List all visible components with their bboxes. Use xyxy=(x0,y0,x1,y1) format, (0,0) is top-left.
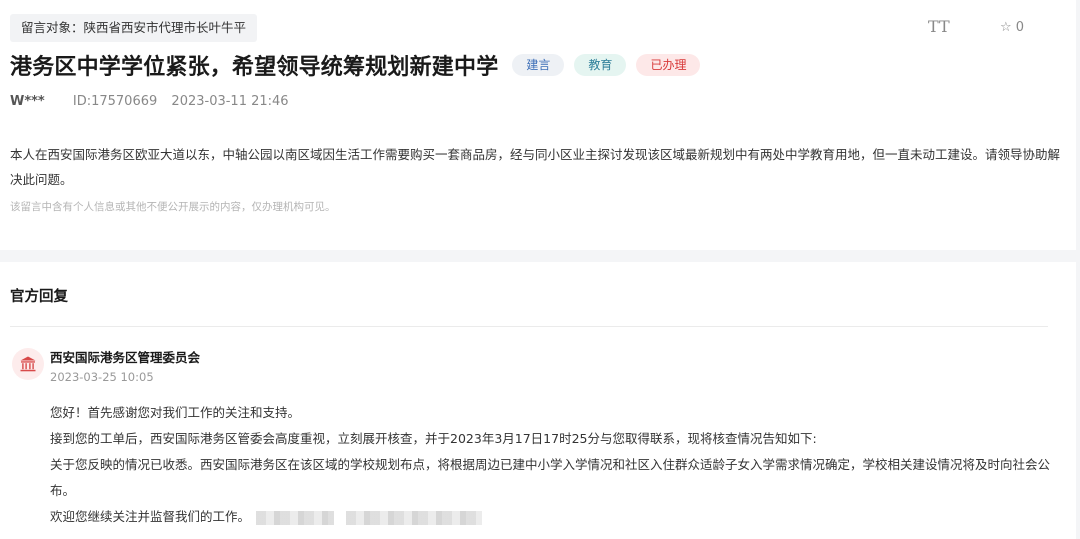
author-name: W*** xyxy=(10,94,45,109)
reply-date: 2023-03-25 10:05 xyxy=(50,370,154,384)
reply-heading: 官方回复 xyxy=(10,289,68,305)
reply-line-4: 欢迎您继续关注并监督我们的工作。 xyxy=(50,504,1060,530)
message-title: 港务区中学学位紧张，希望领导统筹规划新建中学 xyxy=(10,55,499,80)
favorite-button[interactable]: ☆ 0 xyxy=(1000,19,1024,37)
message-meta: W*** ID:17570669 2023-03-11 21:46 xyxy=(10,93,289,111)
star-icon: ☆ xyxy=(1000,20,1012,35)
title-row: 港务区中学学位紧张，希望领导统筹规划新建中学 建言 教育 已办理 xyxy=(10,48,701,82)
reply-line-4-text: 欢迎您继续关注并监督我们的工作。 xyxy=(50,509,251,524)
message-content: 本人在西安国际港务区欧亚大道以东，中轴公园以南区域因生活工作需要购买一套商品房，… xyxy=(10,147,1061,187)
message-id: ID:17570669 xyxy=(72,94,158,109)
message-card: 留言对象：陕西省西安市代理市长叶牛平 TT ☆ 0 港务区中学学位紧张，希望领导… xyxy=(0,0,1076,250)
divider xyxy=(10,326,1048,327)
official-reply-card: 官方回复 西安国际港务区管理委员会 2023-03-25 10:05 您好！首先… xyxy=(0,262,1076,539)
reply-line-2: 接到您的工单后，西安国际港务区管委会高度重视，立刻展开核查，并于2023年3月1… xyxy=(50,431,817,446)
favorite-count: 0 xyxy=(1015,20,1025,35)
font-size-icon[interactable]: TT xyxy=(928,17,950,37)
redacted-block xyxy=(256,510,335,525)
message-target-tag: 留言对象：陕西省西安市代理市长叶牛平 xyxy=(10,14,258,42)
government-building-icon xyxy=(12,348,44,380)
category-badge: 教育 xyxy=(574,54,627,76)
government-building-icon-svg xyxy=(20,356,36,372)
reply-content: 您好！首先感谢您对我们工作的关注和支持。 接到您的工单后，西安国际港务区管委会高… xyxy=(50,400,1060,530)
status-badge: 已办理 xyxy=(636,54,701,76)
message-datetime: 2023-03-11 21:46 xyxy=(171,94,289,109)
reply-line-3: 关于您反映的情况已收悉。西安国际港务区在该区域的学校规划布点，将根据周边已建中小… xyxy=(50,457,1051,498)
reply-line-1: 您好！首先感谢您对我们工作的关注和支持。 xyxy=(50,405,301,420)
redacted-block xyxy=(346,510,483,525)
reply-org-name: 西安国际港务区管理委员会 xyxy=(50,350,201,365)
privacy-note: 该留言中含有个人信息或其他不便公开展示的内容，仅办理机构可见。 xyxy=(10,201,336,213)
type-badge: 建言 xyxy=(512,54,565,76)
